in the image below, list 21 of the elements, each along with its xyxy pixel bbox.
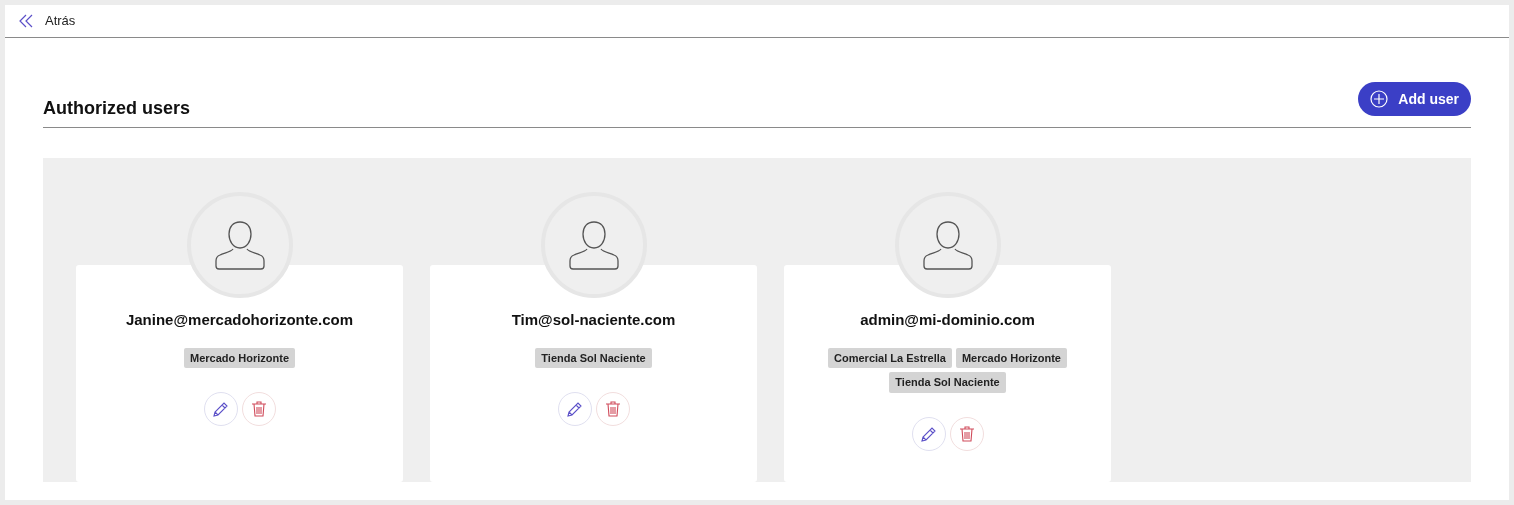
- double-chevron-left-icon: [19, 14, 33, 28]
- trash-icon: [603, 400, 622, 418]
- store-tag: Tienda Sol Naciente: [889, 372, 1006, 393]
- section-title: Authorized users: [43, 96, 191, 120]
- user-icon: [920, 219, 975, 271]
- store-tag: Comercial La Estrella: [828, 347, 952, 368]
- trash-icon: [957, 424, 976, 443]
- plus-circle-icon: [1370, 90, 1389, 108]
- pencil-icon: [565, 400, 584, 418]
- user-icon: [566, 219, 621, 271]
- store-tag: Mercado Horizonte: [955, 347, 1067, 368]
- user-email: Tim@sol-naciente.com: [511, 310, 676, 330]
- store-tag: Tienda Sol Naciente: [535, 347, 652, 368]
- add-user-button[interactable]: Add user: [1358, 82, 1471, 116]
- pencil-icon: [211, 400, 230, 418]
- trash-icon: [249, 400, 268, 418]
- store-tag: Mercado Horizonte: [184, 347, 295, 368]
- back-link[interactable]: Atrás: [19, 11, 76, 31]
- user-icon: [212, 219, 267, 271]
- user-email: admin@mi-dominio.com: [860, 310, 1035, 330]
- user-email: Janine@mercadohorizonte.com: [125, 310, 354, 330]
